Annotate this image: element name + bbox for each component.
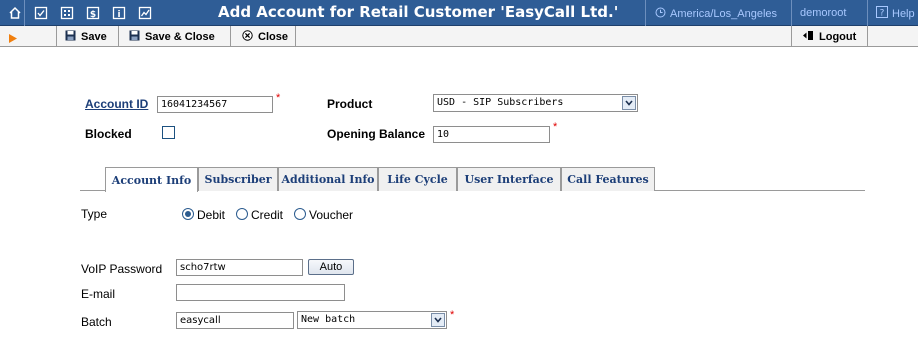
toolbar-separator — [118, 26, 119, 47]
type-voucher-label[interactable]: Voucher — [309, 208, 353, 222]
email-input[interactable] — [176, 284, 345, 301]
floppy-icon — [65, 30, 76, 44]
tab-bar: Account Info Subscriber Additional Info … — [80, 167, 865, 192]
required-marker: * — [450, 309, 455, 321]
checklist-icon[interactable] — [32, 4, 50, 22]
auto-button[interactable]: Auto — [308, 259, 354, 275]
user-link[interactable]: demoroot — [800, 7, 846, 19]
tab-life-cycle[interactable]: Life Cycle — [378, 167, 457, 191]
product-select[interactable]: USD - SIP Subscribers — [433, 94, 638, 112]
required-marker: * — [553, 121, 558, 133]
svg-text:$: $ — [90, 10, 96, 20]
required-marker: * — [276, 92, 281, 104]
grid-icon[interactable] — [58, 4, 76, 22]
toolbar-separator — [56, 26, 57, 47]
save-button[interactable]: Save — [59, 26, 113, 47]
home-icon[interactable] — [6, 4, 24, 22]
batch-select[interactable]: New batch — [297, 311, 447, 329]
voip-password-input[interactable]: scho7rtw — [176, 259, 303, 276]
type-label: Type — [81, 207, 108, 221]
toolbar-separator — [230, 26, 231, 47]
page-title: Add Account for Retail Customer 'EasyCal… — [218, 3, 619, 21]
type-debit-label[interactable]: Debit — [197, 208, 225, 222]
toolbar-separator — [791, 26, 792, 47]
title-bar: $ i Add Account for Retail Customer 'Eas… — [0, 0, 918, 26]
save-close-label: Save & Close — [145, 30, 215, 43]
batch-label: Batch — [81, 315, 112, 329]
type-credit-radio[interactable] — [236, 208, 248, 220]
chart-icon[interactable] — [136, 4, 154, 22]
info-icon[interactable]: i — [110, 4, 128, 22]
batch-select-value: New batch — [301, 314, 356, 325]
help-link[interactable]: ? Help — [876, 6, 915, 21]
help-icon: ? — [876, 6, 888, 21]
product-label: Product — [327, 97, 373, 111]
dollar-icon[interactable]: $ — [84, 4, 102, 22]
logout-button[interactable]: Logout — [797, 26, 862, 47]
logout-icon — [803, 30, 814, 44]
timezone-link[interactable]: America/Los_Angeles — [655, 7, 777, 21]
opening-balance-input[interactable]: 10 — [433, 126, 550, 143]
save-close-button[interactable]: Save & Close — [123, 26, 221, 47]
batch-input[interactable]: easycall — [176, 312, 294, 329]
title-separator — [791, 0, 792, 26]
tab-additional-info[interactable]: Additional Info — [278, 167, 378, 191]
clock-icon — [655, 7, 666, 21]
close-button[interactable]: Close — [236, 26, 294, 47]
svg-text:i: i — [117, 10, 120, 20]
tab-user-interface[interactable]: User Interface — [457, 167, 561, 191]
title-separator — [867, 0, 868, 26]
logout-label: Logout — [819, 30, 857, 43]
chevron-down-icon — [431, 313, 445, 327]
product-select-value: USD - SIP Subscribers — [437, 97, 564, 108]
help-label: Help — [892, 7, 915, 20]
toolbar: Save Save & Close Close Logout — [0, 26, 918, 47]
title-separator — [645, 0, 646, 26]
chevron-down-icon — [622, 96, 636, 110]
close-label: Close — [258, 30, 288, 43]
type-voucher-radio[interactable] — [294, 208, 306, 220]
arrow-right-icon — [9, 32, 17, 46]
title-separator — [24, 0, 25, 26]
blocked-label: Blocked — [85, 127, 132, 141]
type-credit-label[interactable]: Credit — [251, 208, 283, 222]
opening-balance-label: Opening Balance — [327, 127, 426, 141]
email-label: E-mail — [81, 287, 116, 301]
close-circle-icon — [242, 29, 253, 44]
tab-account-info[interactable]: Account Info — [105, 167, 198, 192]
svg-text:?: ? — [880, 9, 885, 19]
type-debit-radio[interactable] — [182, 208, 194, 220]
voip-password-label: VoIP Password — [81, 262, 163, 276]
toolbar-separator — [295, 26, 296, 47]
tab-subscriber[interactable]: Subscriber — [198, 167, 278, 191]
toolbar-separator — [867, 26, 868, 47]
account-id-input[interactable]: 16041234567 — [157, 96, 273, 113]
blocked-checkbox[interactable] — [162, 126, 175, 139]
timezone-label: America/Los_Angeles — [670, 8, 778, 20]
save-label: Save — [81, 30, 107, 43]
account-id-label: Account ID — [85, 97, 149, 111]
floppy-icon — [129, 30, 140, 44]
tab-call-features[interactable]: Call Features — [561, 167, 655, 191]
